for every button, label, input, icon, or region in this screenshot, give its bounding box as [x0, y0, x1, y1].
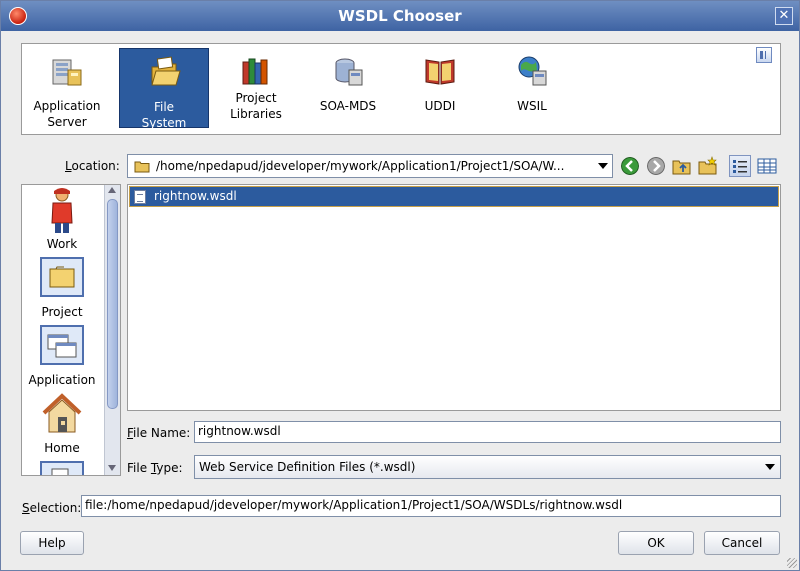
ok-button[interactable]: OK: [618, 531, 694, 555]
project-icon: [40, 257, 84, 297]
chevron-down-icon[interactable]: [598, 163, 608, 169]
list-view-icon[interactable]: [729, 155, 751, 177]
work-icon: [51, 188, 73, 233]
back-icon[interactable]: [621, 157, 639, 175]
help-button[interactable]: Help: [20, 531, 84, 555]
close-button[interactable]: ✕: [775, 7, 793, 25]
scroll-down-icon[interactable]: [108, 465, 116, 471]
wsil-icon: [518, 56, 547, 86]
soa-mds-icon: [335, 58, 363, 86]
connection-file-system[interactable]: File System: [119, 48, 209, 130]
connection-label-line1: Project: [235, 91, 277, 105]
uddi-icon: [425, 59, 455, 85]
file-type-value: Web Service Definition Files (*.wsdl): [199, 460, 416, 474]
connection-label-line2: Libraries: [230, 107, 282, 121]
connection-uddi[interactable]: UDDI: [395, 48, 485, 128]
file-list[interactable]: rightnow.wsdl: [127, 184, 781, 411]
connection-application-server[interactable]: Application Server: [22, 48, 112, 129]
home-icon: [42, 393, 82, 433]
file-name-input[interactable]: rightnow.wsdl: [194, 421, 781, 443]
selection-field[interactable]: file:/home/npedapud/jdeveloper/mywork/Ap…: [81, 495, 781, 517]
cancel-button[interactable]: Cancel: [704, 531, 780, 555]
scroll-up-icon[interactable]: [108, 187, 116, 193]
application-icon: [40, 325, 84, 365]
connection-soa-mds[interactable]: SOA-MDS: [303, 48, 393, 128]
connection-label-line1: File: [153, 100, 175, 114]
file-row[interactable]: rightnow.wsdl: [129, 186, 779, 207]
folder-icon: [134, 161, 150, 173]
scroll-thumb[interactable]: [107, 199, 118, 409]
connection-project-libraries[interactable]: Project Libraries: [211, 48, 301, 128]
wsdl-chooser-dialog: WSDL Chooser ✕ Application Server File S…: [0, 0, 800, 571]
places-scrollbar[interactable]: [104, 185, 120, 475]
place-label: Application: [28, 373, 96, 387]
location-label: Location:: [65, 159, 120, 173]
connection-type-panel: Application Server File System Project L…: [21, 43, 781, 135]
file-name-text: rightnow.wsdl: [154, 189, 237, 203]
connection-label-line2: Server: [47, 115, 87, 129]
details-view-icon[interactable]: [756, 155, 778, 177]
file-system-icon: [151, 56, 181, 86]
project-libraries-icon: [242, 58, 268, 85]
application-server-icon: [52, 59, 82, 86]
place-label: Project: [41, 305, 83, 319]
location-combo[interactable]: /home/npedapud/jdeveloper/mywork/Applica…: [127, 154, 613, 178]
file-type-label: File Type:: [127, 461, 183, 475]
forward-icon[interactable]: [647, 157, 665, 175]
connection-label-line1: Application: [33, 99, 101, 113]
new-folder-icon[interactable]: [697, 155, 719, 177]
places-sidebar: Work Project Application Home: [21, 184, 121, 476]
up-folder-icon[interactable]: [671, 155, 693, 177]
selection-label: Selection:: [22, 501, 82, 515]
wsdl-file-icon: [134, 190, 146, 204]
place-label: Work: [46, 237, 78, 251]
connection-label-line1: SOA-MDS: [319, 99, 377, 113]
place-label: Home: [44, 441, 80, 455]
connection-wsil[interactable]: WSIL: [487, 48, 577, 128]
panel-toggle-icon[interactable]: [756, 47, 772, 63]
file-type-select[interactable]: Web Service Definition Files (*.wsdl): [194, 455, 781, 479]
document-folder-icon: [40, 461, 84, 475]
chevron-down-icon[interactable]: [765, 464, 775, 470]
connection-label-line1: WSIL: [517, 99, 547, 113]
resize-grip-icon[interactable]: [787, 558, 797, 568]
title-bar[interactable]: WSDL Chooser ✕: [1, 1, 799, 31]
connection-label-line1: UDDI: [424, 99, 456, 113]
dialog-title: WSDL Chooser: [338, 7, 462, 25]
location-path: /home/npedapud/jdeveloper/mywork/Applica…: [156, 159, 565, 173]
list-view-glyph: [733, 160, 747, 173]
file-name-label: File Name:: [127, 426, 191, 440]
connection-label-line2: System: [141, 116, 187, 130]
